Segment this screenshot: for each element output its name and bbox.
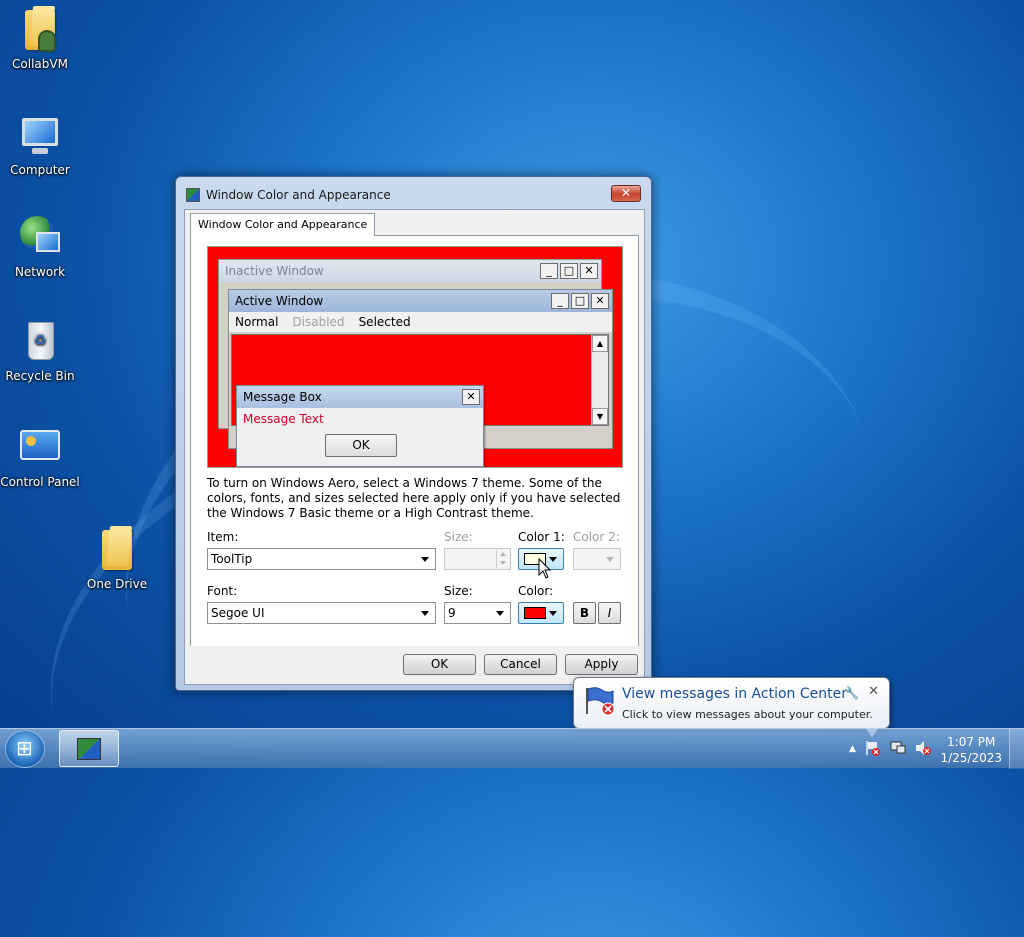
system-tray: ▲ 1:07 PM 1/25/2023 [839,729,1024,769]
item-label: Item: [207,530,239,544]
spinner-icon [496,550,509,568]
menu-disabled[interactable]: Disabled [292,312,344,332]
message-box-caption: Message Box ✕ [237,386,483,408]
mouse-cursor-icon [538,558,552,579]
window-color-appearance-dialog: Window Color and Appearance ✕ Window Col… [175,176,652,691]
desktop-icon-label: Network [14,265,66,279]
item-select[interactable]: ToolTip [207,548,436,570]
font-size-select[interactable]: 9 [444,602,511,624]
minimize-icon: _ [551,293,569,309]
color2-label: Color 2: [573,530,620,544]
close-icon: ✕ [462,389,480,405]
preview-scrollbar[interactable]: ▲ ▼ [591,335,608,425]
desktop-icon-label: One Drive [86,577,148,591]
scroll-down-icon: ▼ [592,408,608,425]
menu-normal[interactable]: Normal [235,312,278,332]
action-center-icon[interactable] [864,739,882,757]
tab-window-color-appearance[interactable]: Window Color and Appearance [190,213,376,236]
scroll-up-icon: ▲ [592,335,608,352]
message-box-ok-button: OK [325,434,397,457]
desktop-icon-network[interactable]: Network [0,214,82,279]
item-select-value: ToolTip [211,552,253,566]
font-size-label: Size: [444,584,473,598]
apply-button[interactable]: Apply [565,654,638,675]
chevron-down-icon [547,605,561,621]
desktop-icon-collabvm[interactable]: CollabVM [0,6,82,71]
maximize-icon: □ [571,293,589,309]
desktop-icon-computer[interactable]: Computer [0,112,82,177]
dialog-body: Window Color and Appearance Inactive Win… [184,209,645,685]
action-center-flag-icon [586,687,615,716]
preview-message-box[interactable]: Message Box ✕ Message Text OK [236,385,484,467]
close-icon: ✕ [591,293,609,309]
desktop-icon-label: Control Panel [0,475,80,489]
desktop-icon-recycle-bin[interactable]: Recycle Bin [0,318,82,383]
dialog-close-button[interactable]: ✕ [611,185,641,202]
chevron-down-icon [493,605,508,621]
item-size-input[interactable] [444,548,511,570]
desktop-icon-label: Computer [10,163,70,177]
volume-muted-icon[interactable] [914,739,932,757]
control-panel-icon [16,424,64,472]
folder-icon [93,526,141,574]
chevron-down-icon [418,605,433,621]
menu-selected[interactable]: Selected [359,312,411,332]
desktop-icon-label: Recycle Bin [5,369,75,383]
dialog-title: Window Color and Appearance [206,188,391,202]
font-select[interactable]: Segoe UI [207,602,436,624]
preview-menu-bar: Normal Disabled Selected [229,312,612,332]
wrench-icon[interactable]: 🔧 [844,686,859,700]
font-size-value: 9 [448,606,456,620]
item-size-label: Size: [444,530,473,544]
font-label: Font: [207,584,238,598]
display-settings-icon [186,188,200,202]
active-caption: Active Window _ □ ✕ [229,290,612,312]
notification-title: View messages in Action Center [622,686,847,702]
maximize-icon: □ [560,263,578,279]
network-icon [16,214,64,262]
folder-user-icon [16,6,64,54]
font-select-value: Segoe UI [211,606,265,620]
message-box-title: Message Box [243,390,322,404]
ok-button[interactable]: OK [403,654,476,675]
dialog-title-bar[interactable]: Window Color and Appearance [186,185,486,205]
tab-panel: Inactive Window _ □ ✕ Active Window _ □ … [190,235,639,648]
close-icon: ✕ [580,263,598,279]
message-box-text: Message Text [243,412,324,426]
system-clock[interactable]: 1:07 PM 1/25/2023 [940,734,1002,766]
cancel-button[interactable]: Cancel [484,654,557,675]
desktop-icon-one-drive[interactable]: One Drive [75,526,159,591]
color2-button[interactable] [573,548,621,570]
font-color-label: Color: [518,584,554,598]
italic-button[interactable]: I [598,602,621,624]
desktop-icon-label: CollabVM [12,57,68,71]
recycle-bin-icon [16,318,64,366]
clock-time: 1:07 PM [947,735,996,749]
aero-description: To turn on Windows Aero, select a Window… [207,476,621,520]
appearance-preview[interactable]: Inactive Window _ □ ✕ Active Window _ □ … [207,246,623,468]
start-button[interactable] [5,730,45,768]
computer-icon [16,112,64,160]
font-color-swatch [524,607,546,619]
network-icon[interactable] [889,739,907,757]
chevron-down-icon [418,551,433,567]
inactive-window-title: Inactive Window [225,264,324,278]
desktop-icon-control-panel[interactable]: Control Panel [0,424,82,489]
notification-text: Click to view messages about your comput… [622,708,873,721]
minimize-icon: _ [540,263,558,279]
action-center-notification[interactable]: View messages in Action Center Click to … [573,677,890,738]
taskbar: ▲ 1:07 PM 1/25/2023 [0,728,1024,769]
chevron-down-icon [603,551,618,567]
color1-label: Color 1: [518,530,565,544]
display-settings-icon [77,738,101,760]
inactive-caption: Inactive Window _ □ ✕ [219,260,601,282]
font-color-button[interactable] [518,602,564,624]
show-desktop-button[interactable] [1009,729,1024,769]
bold-button[interactable]: B [573,602,596,624]
clock-date: 1/25/2023 [940,751,1002,765]
show-hidden-icons-icon[interactable]: ▲ [849,744,856,754]
active-window-title: Active Window [235,294,324,308]
notification-close-button[interactable]: ✕ [868,684,879,699]
taskbar-window-color-appearance[interactable] [59,730,119,767]
